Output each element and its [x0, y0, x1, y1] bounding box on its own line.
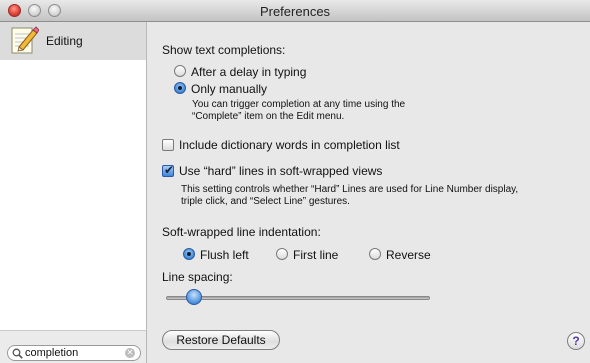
- preferences-window: Preferences Editing ✕: [0, 0, 590, 363]
- completions-heading: Show text completions:: [162, 43, 286, 57]
- dictionary-words-label[interactable]: Include dictionary words in completion l…: [179, 138, 400, 152]
- help-button[interactable]: ?: [567, 332, 585, 350]
- dictionary-words-checkbox[interactable]: [162, 139, 174, 151]
- sidebar-footer: ✕: [0, 330, 146, 363]
- sidebar-item-label: Editing: [46, 34, 83, 48]
- radio-only-manually[interactable]: [174, 82, 186, 94]
- radio-reverse[interactable]: [369, 248, 381, 260]
- title-bar[interactable]: Preferences: [0, 0, 590, 22]
- radio-first-line-label[interactable]: First line: [293, 248, 338, 262]
- hard-lines-note-line-1: This setting controls whether “Hard” Lin…: [181, 184, 519, 195]
- clear-search-icon[interactable]: ✕: [125, 348, 135, 358]
- line-spacing-slider-track[interactable]: [166, 296, 430, 300]
- hard-lines-label[interactable]: Use “hard” lines in soft-wrapped views: [179, 164, 382, 178]
- radio-reverse-label[interactable]: Reverse: [386, 248, 431, 262]
- sidebar: Editing ✕: [0, 22, 147, 363]
- sidebar-item-editing[interactable]: Editing: [0, 22, 146, 60]
- radio-after-delay-label[interactable]: After a delay in typing: [191, 65, 306, 79]
- preferences-pane: Show text completions: After a delay in …: [148, 22, 590, 363]
- window-title: Preferences: [259, 4, 331, 19]
- completion-note-line-1: You can trigger completion at any time u…: [192, 99, 406, 110]
- pencil-document-icon: [11, 26, 39, 54]
- radio-after-delay[interactable]: [174, 65, 186, 77]
- line-spacing-slider-knob[interactable]: [185, 289, 202, 305]
- radio-first-line[interactable]: [276, 248, 288, 260]
- line-spacing-label: Line spacing:: [162, 270, 233, 284]
- radio-flush-left-label[interactable]: Flush left: [200, 248, 249, 262]
- hard-lines-checkbox[interactable]: [162, 163, 174, 177]
- search-input[interactable]: [25, 346, 120, 360]
- search-field[interactable]: ✕: [7, 345, 141, 361]
- radio-flush-left[interactable]: [183, 248, 195, 260]
- hard-lines-note-line-2: triple click, and “Select Line” gestures…: [181, 196, 350, 207]
- restore-defaults-button[interactable]: Restore Defaults: [162, 330, 280, 350]
- search-icon: [12, 348, 23, 359]
- radio-only-manually-label[interactable]: Only manually: [191, 82, 267, 96]
- indentation-heading: Soft-wrapped line indentation:: [162, 225, 321, 239]
- completion-note-line-2: “Complete” item on the Edit menu.: [192, 111, 345, 122]
